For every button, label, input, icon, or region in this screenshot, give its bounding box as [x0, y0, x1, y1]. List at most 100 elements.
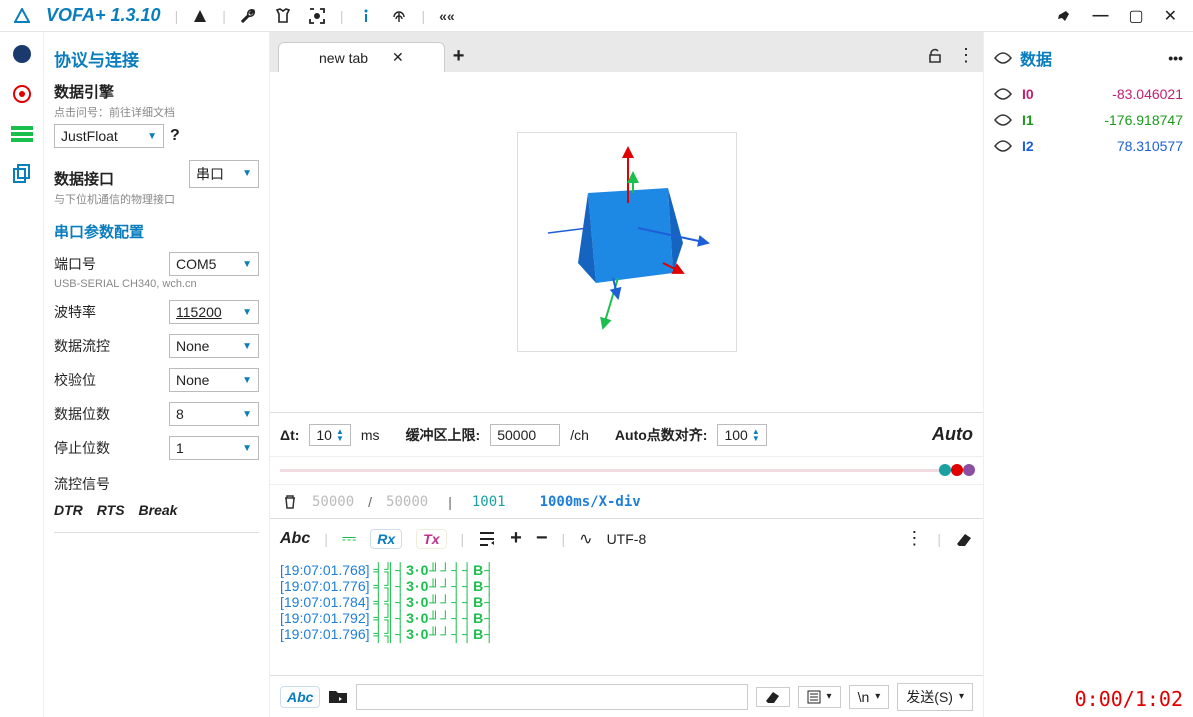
right-more-icon[interactable]: ••• [1168, 50, 1183, 66]
status-bar: 50000 / 50000 | 1001 1000ms/X-div [270, 484, 983, 518]
dock-connect[interactable] [8, 40, 36, 68]
fingerprint-icon[interactable] [390, 7, 408, 25]
iface-label: 数据接口 [54, 168, 114, 189]
port-sub: USB-SERIAL CH340, wch.cn [54, 278, 259, 290]
status-d: 1000ms/X-div [540, 494, 641, 510]
send-abc[interactable]: Abc [280, 686, 320, 708]
flow-label: 数据流控 [54, 336, 110, 356]
dock-copy[interactable] [8, 160, 36, 188]
3d-view[interactable] [270, 72, 983, 412]
tab-add-button[interactable]: + [453, 45, 465, 72]
wrap-icon[interactable] [478, 531, 496, 547]
tab-active[interactable]: new tab ✕ [278, 42, 445, 72]
status-c: 1001 [472, 494, 506, 510]
abc-toggle[interactable]: Abc [280, 530, 310, 548]
iface-select[interactable]: 串口▼ [189, 160, 259, 188]
port-label: 端口号 [54, 254, 96, 274]
iface-sub: 与下位机通信的物理接口 [54, 191, 259, 207]
signal-dtr[interactable]: DTR [54, 502, 83, 518]
left-header: 协议与连接 [54, 46, 259, 71]
parity-select[interactable]: None▼ [169, 368, 259, 392]
log-line: [19:07:01.768] ╡╣┤3·0╜┘┤┤B┤ [280, 562, 973, 578]
status-b: 50000 [386, 494, 428, 510]
dock-menu[interactable] [8, 120, 36, 148]
serial-header: 串口参数配置 [54, 221, 259, 242]
baud-select[interactable]: 115200▼ [169, 300, 259, 324]
signal-rts[interactable]: RTS [97, 502, 125, 518]
baud-label: 波特率 [54, 302, 96, 322]
dock-target[interactable] [8, 80, 36, 108]
collapse-icon[interactable]: «« [439, 8, 455, 24]
log-line: [19:07:01.792] ╡╣┤3·0╜┘┤┤B┤ [280, 610, 973, 626]
signal-break[interactable]: Break [139, 502, 178, 518]
console-toolbar: Abc | ⎓ Rx Tx | + − | ∿ UTF-8 ⋮ | [270, 518, 983, 558]
folder-icon[interactable] [328, 689, 348, 705]
antenna-icon[interactable] [192, 8, 208, 24]
log-line: [19:07:01.784] ╡╣┤3·0╜┘┤┤B┤ [280, 594, 973, 610]
tab-more-icon[interactable]: ⋮ [957, 45, 975, 66]
right-panel: 数据 ••• I0-83.046021I1-176.918747I278.310… [983, 32, 1193, 717]
send-bar: Abc ▾ \n▾ 发送(S)▾ [270, 675, 983, 717]
data-row[interactable]: I0-83.046021 [994, 86, 1183, 102]
engine-help[interactable]: ? [170, 127, 180, 145]
minus-icon[interactable]: − [536, 527, 548, 550]
buf-unit: /ch [570, 427, 589, 443]
minimize-button[interactable]: — [1092, 7, 1108, 25]
tx-toggle[interactable]: Tx [416, 529, 446, 549]
status-sep: / [368, 494, 372, 510]
log-line: [19:07:01.776] ╡╣┤3·0╜┘┤┤B┤ [280, 578, 973, 594]
dt-label: Δt: [280, 427, 299, 443]
send-newline[interactable]: \n▾ [849, 685, 890, 709]
left-dock [0, 32, 44, 717]
flow-select[interactable]: None▼ [169, 334, 259, 358]
plus-icon[interactable]: + [510, 527, 522, 550]
engine-select[interactable]: JustFloat▼ [54, 124, 164, 148]
shirt-icon[interactable] [274, 7, 292, 25]
console-more-icon[interactable]: ⋮ [905, 528, 923, 549]
left-panel: 协议与连接 数据引擎 点击问号：前往详细文档 JustFloat▼ ? 数据接口… [44, 32, 270, 717]
console-output[interactable]: [19:07:01.768] ╡╣┤3·0╜┘┤┤B┤ [19:07:01.77… [270, 558, 983, 675]
dt-unit: ms [361, 427, 380, 443]
status-bar-sep: | [448, 494, 452, 510]
wrench-icon[interactable] [240, 7, 258, 25]
align-spin[interactable]: 100▲▼ [717, 424, 766, 446]
eraser-icon[interactable] [955, 532, 973, 546]
rx-toggle[interactable]: Rx [370, 529, 402, 549]
sample-bar: Δt: 10▲▼ ms 缓冲区上限: 50000 /ch Auto点数对齐: 1… [270, 412, 983, 456]
align-label: Auto点数对齐: [615, 425, 708, 445]
buf-field[interactable]: 50000 [490, 424, 560, 446]
engine-label: 数据引擎 [54, 81, 259, 102]
connect-toggle[interactable]: ⎓ [342, 528, 356, 549]
stopbits-select[interactable]: 1▼ [169, 436, 259, 460]
auto-button[interactable]: Auto [932, 424, 973, 445]
eye-icon [994, 52, 1012, 64]
dt-spin[interactable]: 10▲▼ [309, 424, 351, 446]
info-icon[interactable] [358, 8, 374, 24]
data-row[interactable]: I1-176.918747 [994, 112, 1183, 128]
signal-label: 流控信号 [54, 474, 259, 494]
app-title: VOFA+ 1.3.10 [46, 5, 161, 26]
close-button[interactable]: ✕ [1164, 6, 1177, 26]
databits-select[interactable]: 8▼ [169, 402, 259, 426]
tab-label: new tab [319, 50, 368, 66]
focus-icon[interactable] [308, 7, 326, 25]
recording-timer: 0:00/1:02 [1075, 687, 1183, 711]
trash-icon[interactable] [282, 494, 298, 510]
hex-icon[interactable]: ∿ [579, 529, 592, 549]
tab-close-icon[interactable]: ✕ [392, 49, 404, 66]
unlock-icon[interactable] [927, 48, 943, 64]
maximize-button[interactable]: ▢ [1128, 6, 1143, 26]
timeline[interactable] [270, 456, 983, 484]
log-line: [19:07:01.796] ╡╣┤3·0╜┘┤┤B┤ [280, 626, 973, 642]
send-erase[interactable] [756, 687, 790, 707]
center-area: new tab ✕ + ⋮ [270, 32, 983, 717]
title-bar: VOFA+ 1.3.10 | | | | «« — ▢ ✕ [0, 0, 1193, 32]
data-row[interactable]: I278.310577 [994, 138, 1183, 154]
port-select[interactable]: COM5▼ [169, 252, 259, 276]
encoding-label[interactable]: UTF-8 [607, 531, 647, 547]
send-history[interactable]: ▾ [798, 686, 841, 708]
status-a: 50000 [312, 494, 354, 510]
send-input[interactable] [356, 684, 747, 710]
pin-icon[interactable] [1056, 8, 1072, 24]
send-button[interactable]: 发送(S)▾ [897, 683, 973, 711]
